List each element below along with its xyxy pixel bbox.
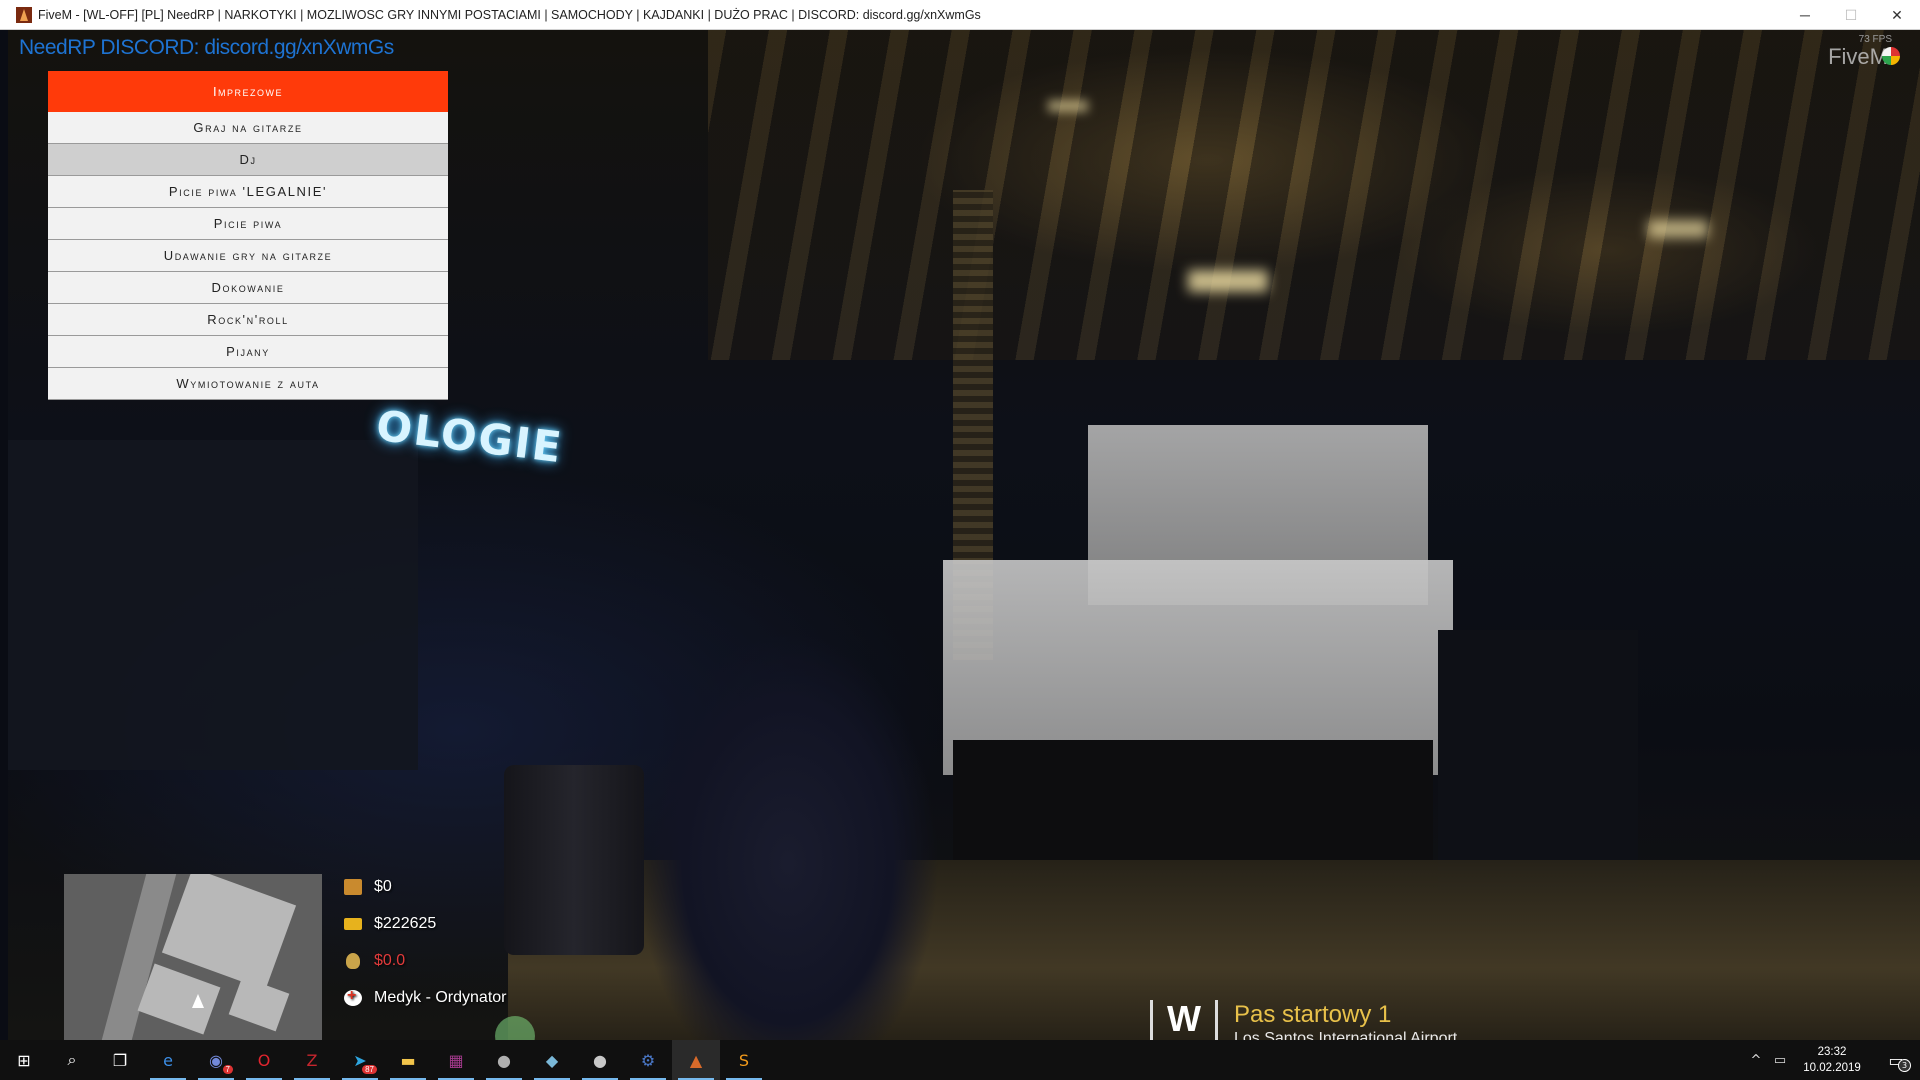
- menu-item-graj-na-gitarze[interactable]: Graj na gitarze: [48, 112, 448, 144]
- speakers: [953, 740, 1433, 860]
- menu-item-picie-piwa[interactable]: Picie piwa: [48, 208, 448, 240]
- server-banner: NeedRP DISCORD: discord.gg/xnXwmGs: [19, 36, 394, 59]
- job-value: Medyk - Ordynator: [374, 988, 507, 1006]
- action-center-button[interactable]: ▭ 3: [1872, 1040, 1920, 1080]
- medic-icon: [344, 987, 362, 1006]
- cash-value: $0: [374, 877, 392, 895]
- map-building: [228, 976, 290, 1032]
- winrar-icon: ▦: [448, 1050, 464, 1070]
- fivem-watermark: FiveM: [1828, 44, 1888, 69]
- street-name: Pas startowy 1: [1233, 1001, 1392, 1028]
- fivem-logo-icon: [1882, 47, 1900, 65]
- app-icon-2-button[interactable]: ◆: [528, 1040, 576, 1080]
- system-tray: ^ ▭ 23:32 10.02.2019 ▭ 3: [1744, 1040, 1920, 1080]
- fivem-app-icon: [16, 6, 32, 23]
- file-explorer-button[interactable]: ▬: [384, 1040, 432, 1080]
- clock-date: 10.02.2019: [1803, 1062, 1861, 1074]
- ceiling-light: [1188, 270, 1268, 292]
- sublime-text-icon: S: [738, 1050, 750, 1070]
- cash-row: $0: [344, 868, 506, 905]
- ceiling-light: [1648, 220, 1708, 238]
- notification-count: 3: [1898, 1059, 1911, 1072]
- task-view-icon: ❐: [112, 1050, 128, 1070]
- app-icon-2-icon: ◆: [545, 1050, 559, 1070]
- job-row: Medyk - Ordynator: [344, 979, 506, 1016]
- divider: [1150, 1000, 1153, 1042]
- minimap: [64, 874, 322, 1040]
- app-icon-1-icon: ●: [497, 1050, 511, 1070]
- edge-icon: e: [163, 1050, 173, 1070]
- wallet-icon: [344, 878, 362, 895]
- menu-item-rocknroll[interactable]: Rock'n'roll: [48, 304, 448, 336]
- tray-chevron-icon[interactable]: ^: [1744, 1040, 1768, 1080]
- task-view-button[interactable]: ❐: [96, 1040, 144, 1080]
- windows-taskbar: ⊞ ⌕ ❐ e ◉ 7 O Z ➤ 87 ▬ ▦ ● ◆ ● ⚙ ▲ S ^ ▭ 23:32 10.02.2019…: [0, 1040, 1920, 1080]
- quilted-wall: [8, 440, 418, 770]
- ceiling-light: [1048, 100, 1088, 112]
- compass-direction: W: [1167, 998, 1201, 1039]
- window-titlebar: FiveM - [WL-OFF] [PL] NeedRP | NARKOTYKI…: [0, 0, 1920, 30]
- money-bag-icon: [346, 952, 360, 969]
- dark-wall: [1438, 630, 1638, 890]
- winrar-button[interactable]: ▦: [432, 1040, 480, 1080]
- maximize-button[interactable]: ☐: [1828, 0, 1874, 30]
- divider: [1214, 1000, 1218, 1042]
- menu-item-pijany[interactable]: Pijany: [48, 336, 448, 368]
- player-character: [628, 610, 948, 1040]
- fivem-taskbar-icon: ▲: [689, 1050, 703, 1070]
- app-icon-3-icon: ●: [593, 1050, 607, 1070]
- sublime-text-button[interactable]: S: [720, 1040, 768, 1080]
- menu-item-dokowanie[interactable]: Dokowanie: [48, 272, 448, 304]
- opera-button[interactable]: O: [240, 1040, 288, 1080]
- menu-item-wymiotowanie[interactable]: Wymiotowanie z auta: [48, 368, 448, 400]
- file-explorer-icon: ▬: [400, 1050, 416, 1070]
- close-button[interactable]: ✕: [1874, 0, 1920, 30]
- bank-row: $222625: [344, 905, 506, 942]
- clock[interactable]: 23:32 10.02.2019: [1792, 1044, 1872, 1076]
- network-icon[interactable]: ▭: [1768, 1040, 1792, 1080]
- filezilla-icon: Z: [306, 1050, 318, 1070]
- window-title: FiveM - [WL-OFF] [PL] NeedRP | NARKOTYKI…: [38, 7, 981, 22]
- app-badge: 87: [362, 1065, 377, 1074]
- clock-time: 23:32: [1817, 1046, 1847, 1058]
- network-app-button[interactable]: ⚙: [624, 1040, 672, 1080]
- credit-card-icon: [344, 917, 362, 930]
- app-icon-3-button[interactable]: ●: [576, 1040, 624, 1080]
- bank-value: $222625: [374, 914, 437, 932]
- barrel-table: [504, 765, 644, 955]
- minimize-button[interactable]: ─: [1782, 0, 1828, 30]
- taskbar-apps: ⊞ ⌕ ❐ e ◉ 7 O Z ➤ 87 ▬ ▦ ● ◆ ● ⚙ ▲ S: [0, 1040, 768, 1080]
- window-controls: ─ ☐ ✕: [1782, 0, 1920, 30]
- network-app-icon: ⚙: [640, 1050, 656, 1070]
- edge-button[interactable]: e: [144, 1040, 192, 1080]
- map-building: [137, 963, 221, 1035]
- telegram-button[interactable]: ➤ 87: [336, 1040, 384, 1080]
- filezilla-button[interactable]: Z: [288, 1040, 336, 1080]
- black-money-value: $0.0: [374, 951, 406, 969]
- opera-icon: O: [257, 1050, 271, 1070]
- money-hud: $0 $222625 $0.0 Medyk - Ordynator: [344, 868, 506, 1016]
- discord-button[interactable]: ◉ 7: [192, 1040, 240, 1080]
- fivem-taskbar-button[interactable]: ▲: [672, 1040, 720, 1080]
- search-icon: ⌕: [67, 1050, 77, 1069]
- menu-item-picie-piwa-legalnie[interactable]: Picie piwa 'LEGALNIE': [48, 176, 448, 208]
- app-icon-1-button[interactable]: ●: [480, 1040, 528, 1080]
- start-button-icon: ⊞: [17, 1050, 31, 1070]
- app-badge: 7: [222, 1065, 233, 1074]
- menu-item-dj[interactable]: Dj: [48, 144, 448, 176]
- menu-header: Imprezowe: [48, 71, 448, 112]
- emote-menu: Imprezowe Graj na gitarze Dj Picie piwa …: [48, 71, 448, 400]
- search-button[interactable]: ⌕: [48, 1040, 96, 1080]
- menu-item-udawanie-gry[interactable]: Udawanie gry na gitarze: [48, 240, 448, 272]
- start-button-button[interactable]: ⊞: [0, 1040, 48, 1080]
- black-money-row: $0.0: [344, 942, 506, 979]
- club-ceiling: [708, 30, 1920, 360]
- player-arrow-icon: [192, 994, 204, 1008]
